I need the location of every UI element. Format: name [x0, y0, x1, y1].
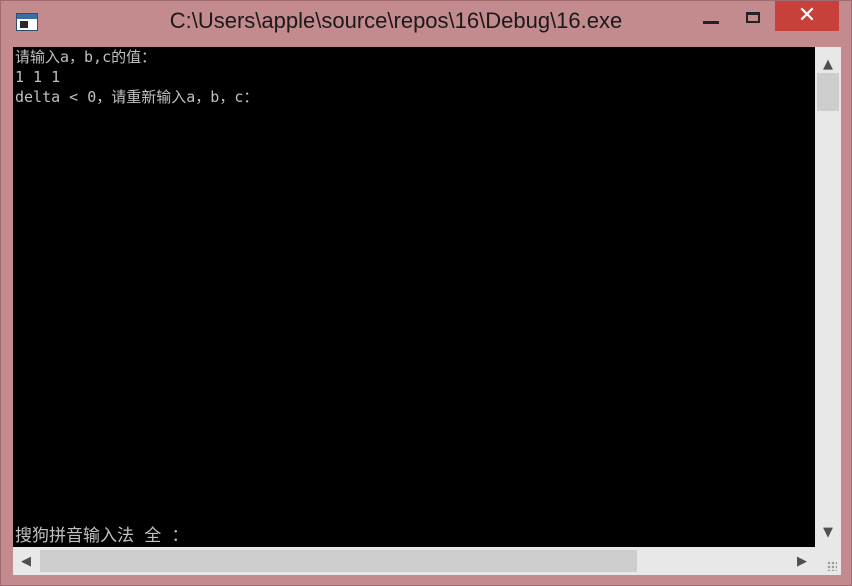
maximize-button[interactable] — [729, 2, 777, 32]
scroll-left-icon[interactable]: ◀ — [13, 547, 39, 575]
window-title: C:\Users\apple\source\repos\16\Debug\16.… — [169, 8, 623, 33]
minimize-icon — [703, 20, 719, 24]
close-button[interactable]: ✕ — [775, 1, 839, 31]
vertical-scrollbar[interactable]: ▲ ▼ — [815, 47, 841, 547]
horizontal-scroll-thumb[interactable] — [40, 550, 637, 572]
ime-status-bar[interactable]: 搜狗拼音输入法 全 ： — [15, 525, 188, 547]
scroll-down-icon[interactable]: ▼ — [815, 519, 841, 545]
maximize-icon — [746, 11, 760, 23]
console-line-1: 请输入a，b,c的值： — [15, 48, 157, 66]
title-bar[interactable]: C:\Users\apple\source\repos\16\Debug\16.… — [1, 1, 851, 47]
console-output[interactable]: 请输入a，b,c的值： 1 1 1 delta < 0，请重新输入a，b，c： … — [13, 47, 815, 547]
resize-grip-icon[interactable] — [827, 561, 837, 571]
console-line-3: delta < 0，请重新输入a，b，c： — [15, 88, 259, 106]
console-line-2: 1 1 1 — [15, 68, 61, 86]
vertical-scroll-thumb[interactable] — [817, 73, 839, 111]
resize-corner[interactable] — [815, 547, 841, 575]
minimize-button[interactable] — [687, 2, 735, 32]
close-icon: ✕ — [797, 3, 817, 28]
scroll-right-icon[interactable]: ▶ — [789, 547, 815, 575]
horizontal-scrollbar[interactable]: ◀ ▶ — [13, 547, 815, 575]
console-window: C:\Users\apple\source\repos\16\Debug\16.… — [0, 0, 852, 586]
